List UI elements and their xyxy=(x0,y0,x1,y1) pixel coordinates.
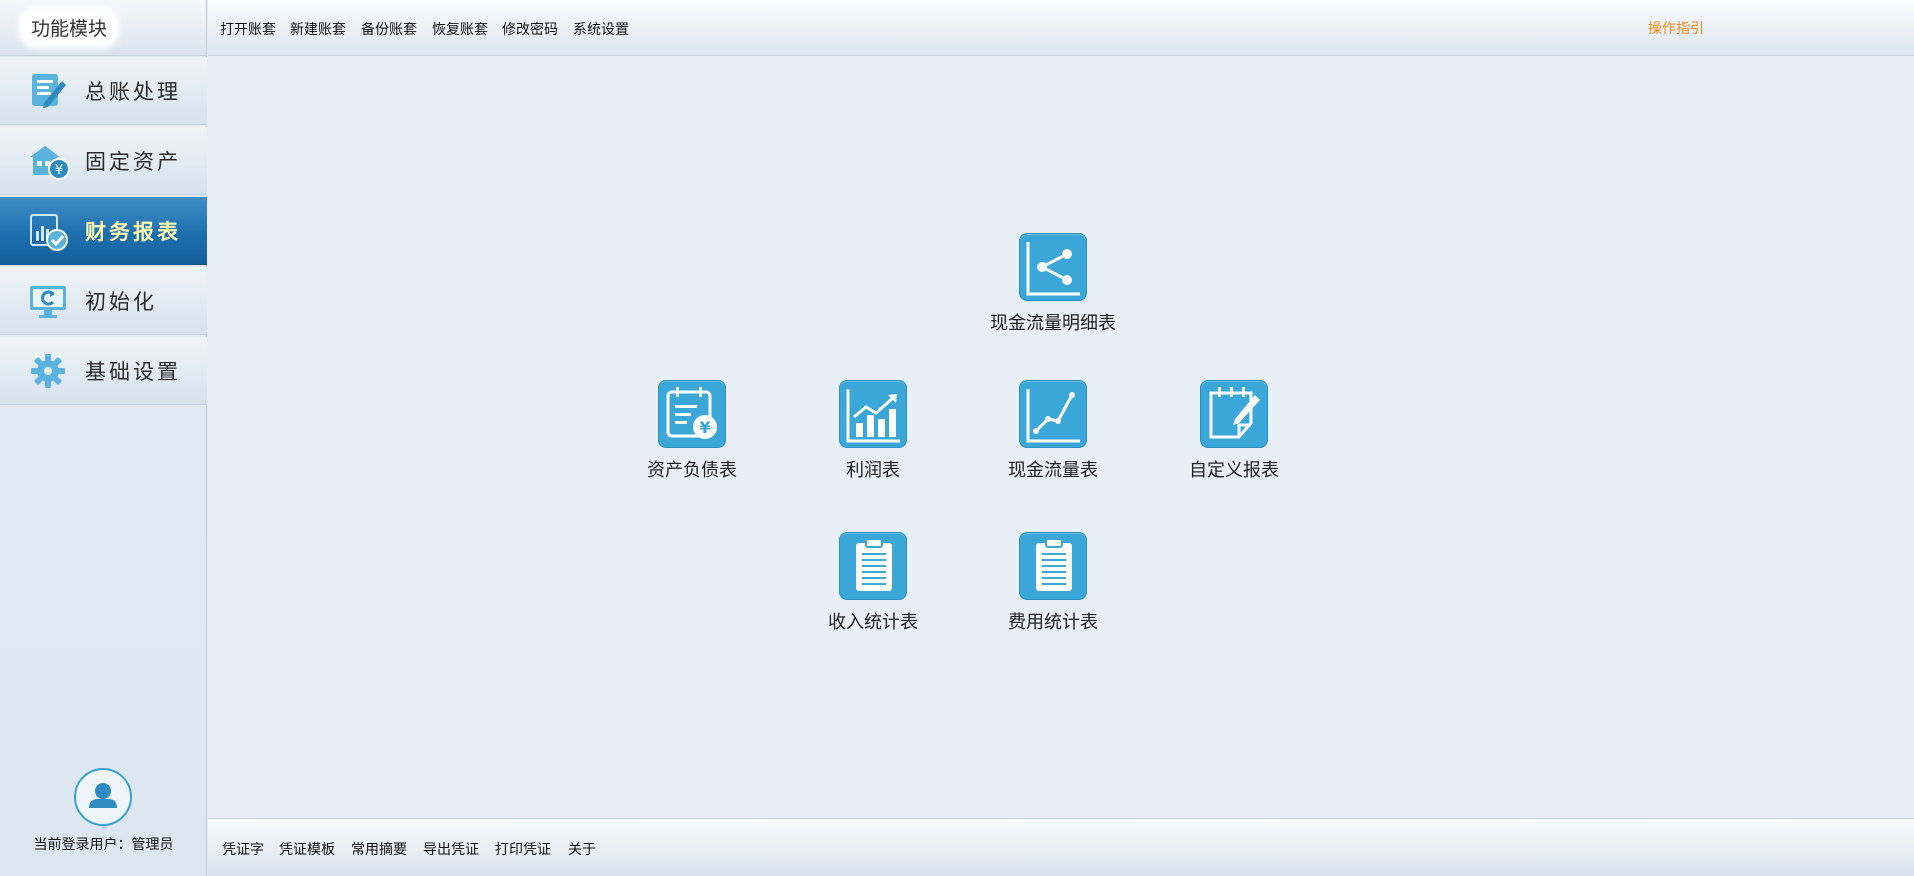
report-income-stats[interactable]: 收入统计表 xyxy=(808,532,938,634)
about-menu[interactable]: 关于 xyxy=(568,839,596,859)
svg-text:¥: ¥ xyxy=(699,418,710,437)
svg-text:¥: ¥ xyxy=(55,163,63,178)
current-user-label: 当前登录用户：管理员 xyxy=(33,837,174,853)
bar-trend-icon xyxy=(839,380,907,448)
monitor-refresh-icon xyxy=(30,286,66,318)
nav-item-basic-settings[interactable]: 基础设置 xyxy=(0,337,207,405)
nav-item-label: 基础设置 xyxy=(85,360,181,384)
voucher-template-menu[interactable]: 凭证模板 xyxy=(279,839,335,859)
clipboard-icon xyxy=(839,532,907,600)
operation-guide-link[interactable]: 操作指引 xyxy=(1648,18,1704,38)
nav-item-label: 固定资产 xyxy=(85,150,181,174)
report-label: 自定义报表 xyxy=(1189,460,1279,481)
nav-item-label: 初始化 xyxy=(85,290,157,314)
report-panel: 现金流量明细表 ¥ 资产负债表 利润表 现金流量表 自定义报表 收入统计表 费用… xyxy=(208,57,1914,818)
current-user: 当前登录用户：管理员 xyxy=(0,766,207,876)
common-summary-menu[interactable]: 常用摘要 xyxy=(351,839,407,859)
report-cashflow[interactable]: 现金流量表 xyxy=(988,380,1118,482)
new-ledger-menu[interactable]: 新建账套 xyxy=(290,19,346,39)
gear-icon xyxy=(31,354,65,388)
calendar-yen-icon: ¥ xyxy=(658,380,726,448)
change-password-menu[interactable]: 修改密码 xyxy=(502,19,558,39)
line-chart-icon xyxy=(1019,380,1087,448)
nav-item-label: 总账处理 xyxy=(85,80,181,104)
system-settings-menu[interactable]: 系统设置 xyxy=(573,19,629,39)
note-edit-icon xyxy=(1200,380,1268,448)
nav-item-label: 财务报表 xyxy=(85,219,181,244)
report-profit[interactable]: 利润表 xyxy=(808,380,938,482)
user-avatar-icon[interactable] xyxy=(74,768,132,826)
bottom-toolbar: 凭证字 凭证模板 常用摘要 导出凭证 打印凭证 关于 xyxy=(208,818,1914,876)
report-label: 资产负债表 xyxy=(647,460,737,481)
voucher-type-menu[interactable]: 凭证字 xyxy=(222,839,264,859)
nav-item-general-ledger[interactable]: 总账处理 xyxy=(0,57,207,125)
sidebar: 功能模块 总账处理 ¥ 固定资产 财务报表 初始化 基础设置 当前登录用户：管理… xyxy=(0,0,207,876)
sidebar-header: 功能模块 xyxy=(0,0,206,56)
report-label: 现金流量表 xyxy=(1008,460,1098,481)
ledger-edit-icon xyxy=(32,74,66,108)
report-label: 收入统计表 xyxy=(828,612,918,633)
print-voucher-menu[interactable]: 打印凭证 xyxy=(495,839,551,859)
report-expense-stats[interactable]: 费用统计表 xyxy=(988,532,1118,634)
nav-item-financial-reports[interactable]: 财务报表 xyxy=(0,197,207,265)
top-toolbar: 打开账套 新建账套 备份账套 恢复账套 修改密码 系统设置 操作指引 xyxy=(208,0,1914,56)
nav-item-initialize[interactable]: 初始化 xyxy=(0,267,207,335)
report-label: 费用统计表 xyxy=(1008,612,1098,633)
report-label: 现金流量明细表 xyxy=(990,313,1116,334)
clipboard-icon xyxy=(1019,532,1087,600)
report-chart-icon xyxy=(30,214,68,251)
sidebar-title: 功能模块 xyxy=(22,10,117,45)
fixed-asset-icon: ¥ xyxy=(30,146,70,180)
report-custom[interactable]: 自定义报表 xyxy=(1169,380,1299,482)
share-chart-icon xyxy=(1019,233,1087,301)
report-label: 利润表 xyxy=(846,460,900,481)
nav-item-fixed-assets[interactable]: ¥ 固定资产 xyxy=(0,127,207,195)
report-balance-sheet[interactable]: ¥ 资产负债表 xyxy=(627,380,757,482)
open-ledger-menu[interactable]: 打开账套 xyxy=(220,19,276,39)
restore-ledger-menu[interactable]: 恢复账套 xyxy=(432,19,488,39)
backup-ledger-menu[interactable]: 备份账套 xyxy=(361,19,417,39)
report-cashflow-detail[interactable]: 现金流量明细表 xyxy=(988,233,1118,335)
export-voucher-menu[interactable]: 导出凭证 xyxy=(423,839,479,859)
